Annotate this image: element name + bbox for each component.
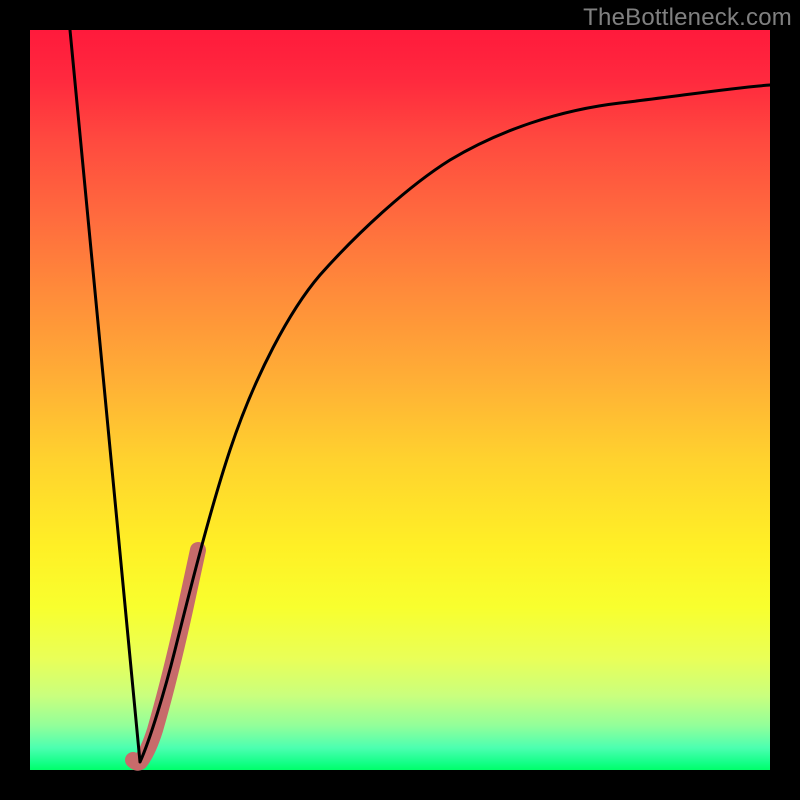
- chart-frame: TheBottleneck.com: [0, 0, 800, 800]
- bottleneck-curve: [70, 30, 770, 762]
- chart-svg: [30, 30, 770, 770]
- highlight-segment: [133, 550, 198, 763]
- watermark-text: TheBottleneck.com: [583, 4, 792, 32]
